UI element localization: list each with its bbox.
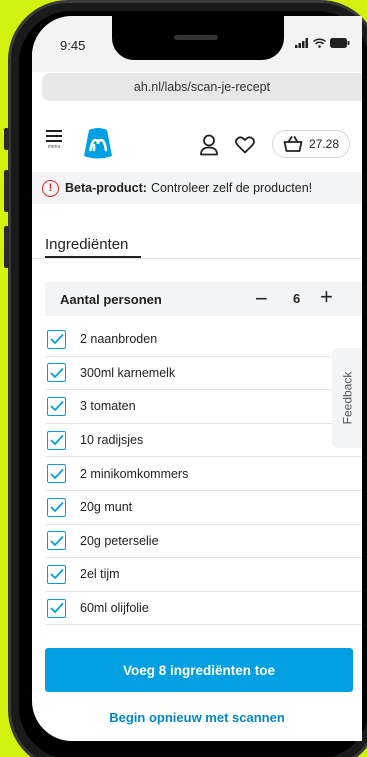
wifi-icon — [313, 38, 326, 48]
checkbox[interactable] — [47, 430, 66, 450]
side-button-volume-up — [4, 170, 9, 212]
beta-banner: ! Beta-product: Controleer zelf de produ… — [32, 172, 362, 204]
checkbox[interactable] — [47, 564, 66, 584]
persons-stepper: Aantal personen − 6 + — [45, 282, 362, 316]
check-icon — [49, 401, 64, 412]
check-icon — [49, 602, 64, 614]
restart-scan-link[interactable]: Begin opnieuw met scannen — [32, 710, 362, 725]
status-bar: 9:45 — [32, 16, 362, 72]
system-icons — [295, 38, 350, 48]
phone-screen: 9:45 ah.nl/labs/scan-je-recept menu 27.2… — [32, 16, 362, 741]
check-icon — [49, 535, 64, 547]
list-item[interactable]: 60ml olijfolie — [45, 592, 362, 626]
add-ingredients-button[interactable]: Voeg 8 ingrediënten toe — [45, 648, 353, 692]
basket-icon — [283, 136, 303, 152]
checkbox[interactable] — [47, 396, 66, 416]
check-icon — [49, 468, 64, 479]
ingredient-name: 20g peterselie — [80, 533, 159, 548]
list-item[interactable]: 2el tijm — [45, 558, 362, 592]
info-icon: ! — [42, 179, 59, 197]
menu-button[interactable]: menu — [46, 130, 62, 150]
list-item[interactable]: 20g peterselie — [45, 525, 362, 559]
check-icon — [49, 367, 64, 379]
ingredient-list: 2 naanbroden 300ml karnemelk 3 tomaten 1… — [45, 323, 362, 626]
menu-label: menu — [47, 144, 61, 150]
persons-label: Aantal personen — [60, 291, 162, 307]
ingredient-name: 300ml karnemelk — [80, 365, 176, 380]
cart-button[interactable]: 27.28 — [272, 130, 350, 158]
status-time: 9:45 — [60, 38, 86, 53]
ingredient-name: 60ml olijfolie — [80, 601, 149, 616]
heart-icon[interactable] — [235, 136, 255, 154]
beta-text: Controleer zelf de producten! — [150, 181, 313, 195]
check-icon — [49, 334, 64, 345]
ingredient-name: 10 radijsjes — [80, 433, 144, 448]
ingredient-name: 2 naanbroden — [80, 332, 158, 347]
ingredient-name: 20g munt — [80, 500, 133, 515]
url-text: ah.nl/labs/scan-je-recept — [133, 80, 271, 94]
checkbox[interactable] — [47, 531, 66, 551]
list-item[interactable]: 10 radijsjes — [45, 424, 362, 458]
persons-count: 6 — [293, 291, 301, 306]
check-icon — [49, 502, 64, 513]
ingredient-name: 2el tijm — [80, 567, 120, 582]
list-item[interactable]: 20g munt — [45, 491, 362, 525]
check-icon — [49, 434, 64, 446]
list-item[interactable]: 2 minikomkommers — [45, 457, 362, 491]
side-button-volume-down — [4, 226, 9, 268]
signal-icon — [295, 38, 308, 48]
tab-ingredients[interactable]: Ingrediënten — [45, 236, 128, 253]
feedback-label: Feedback — [340, 371, 355, 425]
checkbox[interactable] — [47, 329, 66, 349]
list-item[interactable]: 3 tomaten — [45, 390, 362, 424]
hamburger-icon — [46, 130, 62, 142]
side-button-mute — [4, 128, 9, 150]
feedback-tab[interactable]: Feedback — [332, 348, 362, 448]
notch — [112, 16, 284, 60]
checkbox[interactable] — [47, 464, 66, 484]
user-icon[interactable] — [199, 134, 219, 156]
ingredient-name: 3 tomaten — [80, 399, 136, 414]
address-bar[interactable]: ah.nl/labs/scan-je-recept — [42, 73, 362, 101]
list-item[interactable]: 300ml karnemelk — [45, 357, 362, 391]
cart-total: 27.28 — [309, 137, 340, 151]
decrease-persons-button[interactable]: − — [255, 286, 268, 312]
battery-icon — [330, 38, 350, 48]
check-icon — [49, 569, 64, 580]
site-header: menu 27.28 — [32, 120, 362, 172]
increase-persons-button[interactable]: + — [320, 284, 333, 310]
divider — [32, 258, 362, 259]
ah-logo-icon[interactable] — [81, 127, 115, 161]
checkbox[interactable] — [47, 363, 66, 383]
list-item[interactable]: 2 naanbroden — [45, 323, 362, 357]
checkbox[interactable] — [47, 598, 66, 618]
beta-label: Beta-product: — [65, 181, 147, 195]
checkbox[interactable] — [47, 497, 66, 517]
ingredient-name: 2 minikomkommers — [80, 466, 189, 481]
